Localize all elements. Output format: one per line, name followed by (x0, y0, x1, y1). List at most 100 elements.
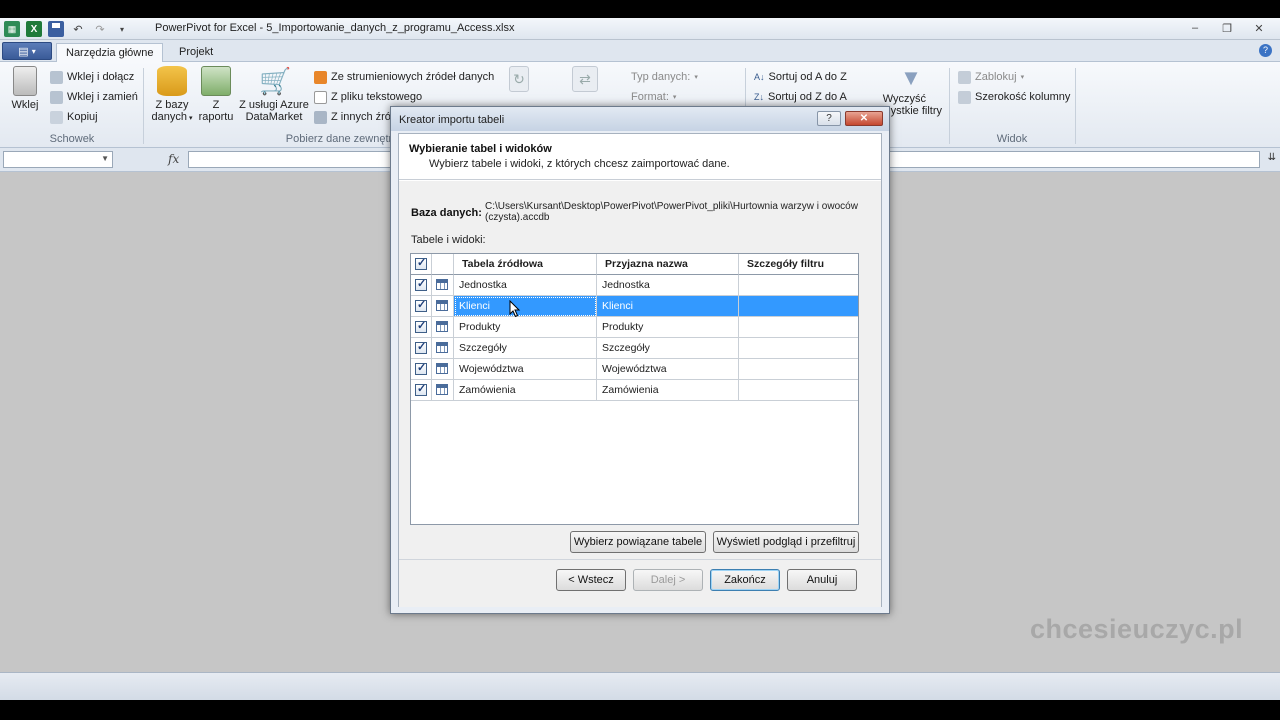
table-row[interactable]: Jednostka Jednostka (411, 275, 858, 296)
copy-label: Kopiuj (67, 111, 98, 123)
copy-button[interactable]: Kopiuj (50, 108, 98, 126)
friendly-name-cell[interactable]: Województwa (597, 359, 739, 380)
finish-button[interactable]: Zakończ (710, 569, 780, 591)
from-text-file-button[interactable]: Z pliku tekstowego (314, 88, 422, 106)
dialog-close-button[interactable]: ✕ (845, 111, 883, 126)
cancel-button[interactable]: Anuluj (787, 569, 857, 591)
paste-replace-button[interactable]: Wklej i zamień (50, 88, 138, 106)
row-checkbox[interactable] (411, 317, 432, 338)
redo-icon[interactable]: ↷ (92, 21, 108, 37)
format-label: Format: (631, 91, 669, 103)
friendly-name-cell[interactable]: Zamówienia (597, 380, 739, 401)
filter-details-cell[interactable] (739, 359, 858, 380)
dialog-title-bar[interactable]: Kreator importu tabeli ? ✕ (391, 107, 889, 131)
table-row-selected[interactable]: Klienci Klienci (411, 296, 858, 318)
select-related-tables-button[interactable]: Wybierz powiązane tabele (570, 531, 706, 553)
column-header-friendly-name[interactable]: Przyjazna nazwa (597, 254, 739, 275)
friendly-name-cell[interactable]: Klienci (597, 296, 739, 317)
wizard-step-header: Wybieranie tabel i widoków Wybierz tabel… (399, 134, 881, 180)
source-table-cell[interactable]: Klienci (454, 296, 597, 317)
paste-append-icon (50, 70, 63, 84)
paste-replace-label: Wklej i zamień (67, 91, 138, 103)
data-type-dropdown[interactable]: Typ danych: ▾ (631, 68, 698, 86)
view-group-label: Widok (996, 133, 1028, 145)
filter-details-cell[interactable] (739, 296, 858, 317)
from-report-button[interactable]: Z raportu (196, 66, 236, 123)
table-row[interactable]: Zamówienia Zamówienia (411, 380, 858, 401)
next-button[interactable]: Dalej > (633, 569, 703, 591)
from-other-sources-button[interactable]: Z innych źró (314, 108, 391, 126)
table-row[interactable]: Produkty Produkty (411, 317, 858, 338)
name-box[interactable]: ▼ (3, 151, 113, 168)
filter-details-cell[interactable] (739, 338, 858, 359)
row-checkbox[interactable] (411, 380, 432, 401)
function-icon[interactable]: fx (168, 152, 179, 166)
dialog-help-button[interactable]: ? (817, 111, 841, 126)
friendly-name-cell[interactable]: Produkty (597, 317, 739, 338)
select-all-checkbox[interactable] (411, 254, 432, 275)
freeze-button[interactable]: Zablokuj ▾ (958, 68, 1024, 86)
sort-a-to-z-label: Sortuj od A do Z (768, 71, 847, 83)
shopping-cart-icon: 🛒 (259, 66, 292, 96)
source-table-cell[interactable]: Szczegóły (454, 338, 597, 359)
tab-design[interactable]: Projekt (170, 43, 222, 62)
from-azure-datamarket-button[interactable]: 🛒 Z usługi Azure DataMarket (238, 66, 310, 123)
checkbox-checked-icon (415, 256, 427, 270)
sort-a-to-z-button[interactable]: A↓ Sortuj od A do Z (754, 68, 847, 86)
from-database-button[interactable]: Z bazy danych ▾ (150, 66, 194, 125)
friendly-name-cell[interactable]: Szczegóły (597, 338, 739, 359)
format-dropdown[interactable]: Format: ▾ (631, 88, 676, 106)
row-checkbox[interactable] (411, 338, 432, 359)
source-table-cell[interactable]: Zamówienia (454, 380, 597, 401)
customize-toolbar-icon[interactable]: ▾ (114, 21, 130, 37)
table-icon-cell (432, 359, 454, 380)
table-row[interactable]: Szczegóły Szczegóły (411, 338, 858, 359)
filter-details-cell[interactable] (739, 380, 858, 401)
preview-and-filter-button[interactable]: Wyświetl podgląd i przefiltruj (713, 531, 859, 553)
row-checkbox[interactable] (411, 275, 432, 296)
table-icon (436, 342, 448, 353)
tab-home[interactable]: Narzędzia główne (56, 43, 164, 62)
row-checkbox[interactable] (411, 359, 432, 380)
filter-details-cell[interactable] (739, 317, 858, 338)
row-checkbox[interactable] (411, 296, 432, 317)
paste-button[interactable]: Wklej (8, 66, 42, 111)
help-icon[interactable]: ? (1259, 44, 1272, 57)
table-icon-cell (432, 296, 454, 317)
wizard-footer: < Wstecz Dalej > Zakończ Anuluj (399, 559, 881, 607)
column-width-icon (958, 90, 971, 104)
column-header-filter-details[interactable]: Szczegóły filtru (739, 254, 858, 275)
save-icon[interactable] (48, 21, 64, 37)
paste-append-label: Wklej i dołącz (67, 71, 135, 83)
minimize-button[interactable]: – (1184, 19, 1206, 37)
sort-z-to-a-label: Sortuj od Z do A (768, 91, 847, 103)
column-header-source-table[interactable]: Tabela źródłowa (454, 254, 597, 275)
source-table-cell[interactable]: Województwa (454, 359, 597, 380)
powerpivot-icon[interactable]: ▦ (4, 21, 20, 37)
refresh-button[interactable]: ↻ (508, 66, 530, 95)
expand-formula-bar-icon[interactable]: ⇊ (1268, 152, 1276, 163)
freeze-label: Zablokuj (975, 71, 1017, 83)
source-table-cell[interactable]: Jednostka (454, 275, 597, 296)
maximize-button[interactable]: ❐ (1216, 19, 1238, 37)
friendly-name-cell[interactable]: Jednostka (597, 275, 739, 296)
source-table-cell[interactable]: Produkty (454, 317, 597, 338)
pivot-table-button[interactable]: ⇄ (570, 66, 600, 95)
copy-icon (50, 110, 63, 124)
from-data-feeds-button[interactable]: Ze strumieniowych źródeł danych (314, 68, 494, 86)
chevron-down-icon: ▾ (672, 94, 677, 101)
sort-ascending-icon: A↓ (754, 72, 765, 82)
filter-details-cell[interactable] (739, 275, 858, 296)
close-window-button[interactable]: ✕ (1248, 19, 1270, 37)
column-width-button[interactable]: Szerokość kolumny (958, 88, 1070, 106)
grid-header-row: Tabela źródłowa Przyjazna nazwa Szczegół… (411, 254, 858, 275)
quick-access-toolbar: ▦ X ↶ ↷ ▾ (4, 20, 130, 38)
undo-icon[interactable]: ↶ (70, 21, 86, 37)
sort-z-to-a-button[interactable]: Z↓ Sortuj od Z do A (754, 88, 847, 106)
file-menu-button[interactable]: ▤ ▾ (2, 42, 52, 60)
paste-append-button[interactable]: Wklej i dołącz (50, 68, 134, 86)
excel-icon[interactable]: X (26, 21, 42, 37)
table-row[interactable]: Województwa Województwa (411, 359, 858, 380)
back-button[interactable]: < Wstecz (556, 569, 626, 591)
title-bar: ▦ X ↶ ↷ ▾ PowerPivot for Excel - 5_Impor… (0, 18, 1280, 40)
